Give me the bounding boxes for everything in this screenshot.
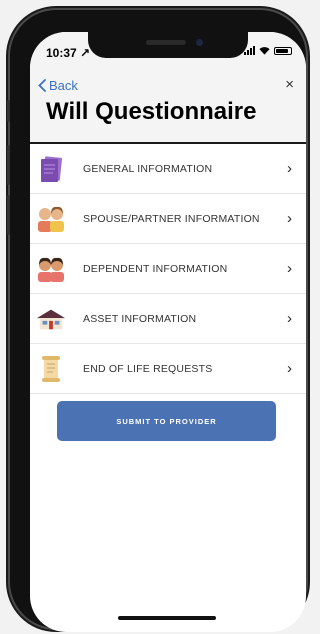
couple-icon: [36, 204, 66, 234]
app-screen: 10:37 ↗ Back × Will Questionnaire GENERA…: [30, 32, 306, 632]
list-item-label: SPOUSE/PARTNER INFORMATION: [83, 212, 260, 225]
back-button[interactable]: Back: [38, 78, 78, 93]
status-bar: 10:37 ↗: [30, 32, 306, 76]
chevron-right-icon: ›: [287, 260, 292, 277]
chevron-right-icon: ›: [287, 310, 292, 327]
dependents-icon: [36, 254, 66, 284]
list-item-label: GENERAL INFORMATION: [83, 162, 213, 175]
page-title: Will Questionnaire: [46, 98, 257, 125]
status-icons: [244, 46, 292, 55]
notch: [88, 32, 248, 58]
phone-frame: 10:37 ↗ Back × Will Questionnaire GENERA…: [7, 10, 306, 632]
submit-to-provider-button[interactable]: SUBMIT TO PROVIDER: [57, 401, 276, 441]
volume-up-button: [7, 145, 10, 185]
chevron-right-icon: ›: [287, 160, 292, 177]
list-item-label: ASSET INFORMATION: [83, 312, 197, 325]
scroll-icon: [36, 354, 66, 384]
list-item-asset-information[interactable]: ASSET INFORMATION ›: [30, 294, 306, 344]
home-indicator[interactable]: [118, 616, 216, 620]
chevron-right-icon: ›: [287, 360, 292, 377]
volume-down-button: [7, 195, 10, 235]
list-item-spouse-partner-information[interactable]: SPOUSE/PARTNER INFORMATION ›: [30, 194, 306, 244]
mute-switch: [7, 100, 10, 122]
speaker-grille: [146, 40, 186, 45]
list-item-label: DEPENDENT INFORMATION: [83, 262, 228, 275]
wifi-icon: [259, 47, 270, 55]
house-icon: [36, 304, 66, 334]
list-item-general-information[interactable]: GENERAL INFORMATION ›: [30, 144, 306, 194]
questionnaire-section-list: GENERAL INFORMATION › SPOUSE/PARTNER INF…: [30, 144, 306, 394]
list-item-dependent-information[interactable]: DEPENDENT INFORMATION ›: [30, 244, 306, 294]
status-time: 10:37 ↗: [46, 46, 91, 60]
document-stack-icon: [36, 154, 66, 184]
chevron-left-icon: [38, 79, 46, 92]
navigation-bar: Back × Will Questionnaire: [30, 76, 306, 144]
cellular-signal-icon: [244, 46, 255, 55]
chevron-right-icon: ›: [287, 210, 292, 227]
battery-icon: [274, 46, 292, 55]
list-item-end-of-life-requests[interactable]: END OF LIFE REQUESTS ›: [30, 344, 306, 394]
back-label: Back: [49, 78, 78, 93]
close-button[interactable]: ×: [285, 76, 294, 93]
list-item-label: END OF LIFE REQUESTS: [83, 362, 213, 375]
front-camera: [196, 39, 203, 46]
